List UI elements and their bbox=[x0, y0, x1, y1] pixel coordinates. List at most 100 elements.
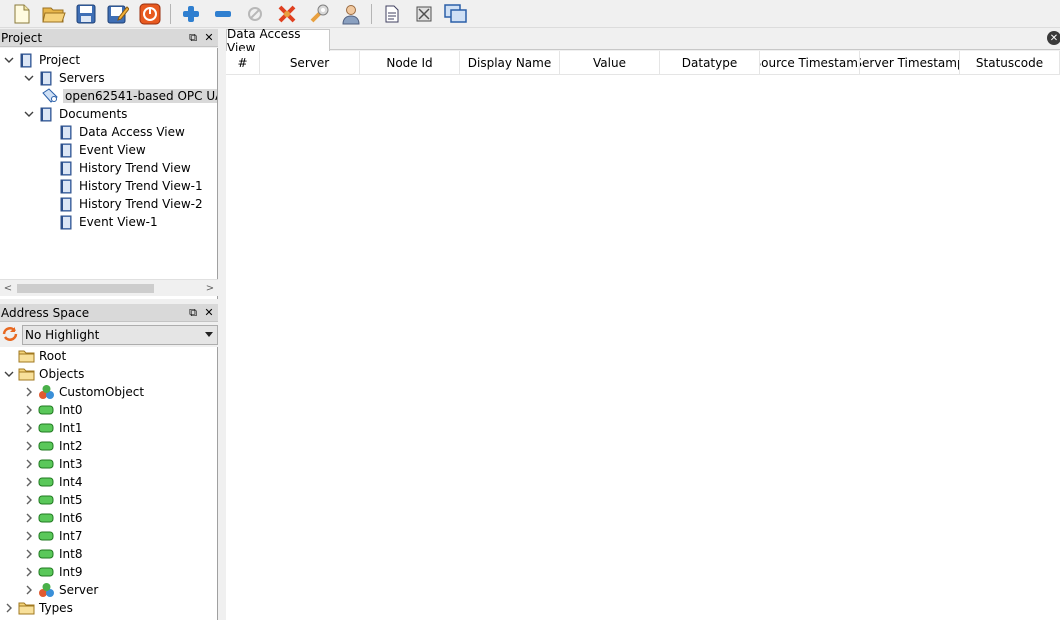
tree-item[interactable]: Documents bbox=[0, 105, 217, 123]
tree-item[interactable]: Int2 bbox=[0, 437, 217, 455]
scroll-left-icon[interactable]: < bbox=[0, 281, 16, 296]
column-header[interactable]: Value bbox=[560, 51, 660, 75]
column-header[interactable]: Source Timestamp bbox=[760, 51, 860, 75]
tree-item-label: History Trend View-2 bbox=[79, 197, 203, 211]
chevron-right-icon[interactable] bbox=[21, 401, 37, 419]
tree-item-label: Types bbox=[39, 601, 73, 615]
close-panel-icon[interactable]: ✕ bbox=[202, 306, 216, 320]
chevron-down-icon[interactable] bbox=[1, 51, 17, 69]
tree-item[interactable]: Int5 bbox=[0, 491, 217, 509]
tree-item[interactable]: Int1 bbox=[0, 419, 217, 437]
open-folder-icon[interactable] bbox=[40, 1, 68, 27]
tree-item[interactable]: History Trend View-1 bbox=[0, 177, 217, 195]
tree-item-label: Event View-1 bbox=[79, 215, 158, 229]
float-panel-icon[interactable]: ⧉ bbox=[186, 306, 200, 320]
tree-item[interactable]: Objects bbox=[0, 365, 217, 383]
chevron-right-icon[interactable] bbox=[21, 455, 37, 473]
chevron-down-icon[interactable] bbox=[21, 105, 37, 123]
tree-item-label: CustomObject bbox=[59, 385, 145, 399]
tree-item[interactable]: Project bbox=[0, 51, 217, 69]
save-icon[interactable] bbox=[72, 1, 100, 27]
scroll-thumb[interactable] bbox=[17, 284, 154, 293]
chevron-down-icon[interactable] bbox=[1, 365, 17, 383]
variable-icon bbox=[37, 564, 55, 580]
project-horizontal-scrollbar[interactable]: < > bbox=[0, 279, 218, 296]
tab-data-access-view[interactable]: Data Access View bbox=[226, 27, 330, 55]
connect-icon[interactable] bbox=[241, 1, 269, 27]
address-panel-header: Address Space ⧉ ✕ bbox=[0, 304, 218, 322]
folder-icon bbox=[17, 600, 35, 616]
book-icon bbox=[57, 214, 75, 230]
toolbar bbox=[0, 0, 1060, 28]
tree-item[interactable]: Int4 bbox=[0, 473, 217, 491]
panel-splitter[interactable] bbox=[218, 28, 226, 620]
column-header[interactable]: Statuscode bbox=[960, 51, 1060, 75]
column-header[interactable]: # bbox=[226, 51, 260, 75]
column-header[interactable]: Datatype bbox=[660, 51, 760, 75]
wrench-icon[interactable] bbox=[305, 1, 333, 27]
tree-item[interactable]: Int8 bbox=[0, 545, 217, 563]
chevron-right-icon[interactable] bbox=[21, 383, 37, 401]
column-header[interactable]: Display Name bbox=[460, 51, 560, 75]
column-header[interactable]: Server bbox=[260, 51, 360, 75]
windows-icon[interactable] bbox=[442, 1, 470, 27]
refresh-icon[interactable] bbox=[1, 325, 19, 346]
tree-item[interactable]: Types bbox=[0, 599, 217, 617]
tree-item[interactable]: Int9 bbox=[0, 563, 217, 581]
close-panel-icon[interactable]: ✕ bbox=[202, 31, 216, 45]
tree-item[interactable]: Data Access View bbox=[0, 123, 217, 141]
document-icon[interactable] bbox=[378, 1, 406, 27]
variable-icon bbox=[37, 474, 55, 490]
tree-item[interactable]: History Trend View bbox=[0, 159, 217, 177]
power-icon[interactable] bbox=[136, 1, 164, 27]
tree-item[interactable]: Event View bbox=[0, 141, 217, 159]
book-icon bbox=[37, 70, 55, 86]
column-header[interactable]: Server Timestamp bbox=[860, 51, 960, 75]
tree-item[interactable]: History Trend View-2 bbox=[0, 195, 217, 213]
chevron-right-icon[interactable] bbox=[21, 509, 37, 527]
add-icon[interactable] bbox=[177, 1, 205, 27]
column-header[interactable]: Node Id bbox=[360, 51, 460, 75]
chevron-right-icon[interactable] bbox=[21, 473, 37, 491]
chevron-right-icon[interactable] bbox=[21, 437, 37, 455]
tree-item[interactable]: open62541-based OPC UA bbox=[0, 87, 217, 105]
chevron-right-icon[interactable] bbox=[21, 491, 37, 509]
chevron-right-icon[interactable] bbox=[1, 599, 17, 617]
tree-item[interactable]: Int3 bbox=[0, 455, 217, 473]
new-document-icon[interactable] bbox=[8, 1, 36, 27]
tree-item[interactable]: Int0 bbox=[0, 401, 217, 419]
user-icon[interactable] bbox=[337, 1, 365, 27]
tree-item-label: History Trend View bbox=[79, 161, 191, 175]
chevron-right-icon[interactable] bbox=[21, 545, 37, 563]
tree-item[interactable]: Root bbox=[0, 347, 217, 365]
delete-document-icon[interactable] bbox=[410, 1, 438, 27]
chevron-right-icon[interactable] bbox=[21, 563, 37, 581]
tree-item[interactable]: Int7 bbox=[0, 527, 217, 545]
scroll-right-icon[interactable]: > bbox=[202, 281, 218, 296]
highlight-bar: No Highlight bbox=[0, 324, 218, 346]
tree-item-label: Data Access View bbox=[79, 125, 185, 139]
folder-icon bbox=[17, 348, 35, 364]
tree-item[interactable]: CustomObject bbox=[0, 383, 217, 401]
tree-item[interactable]: Server bbox=[0, 581, 217, 599]
save-as-icon[interactable] bbox=[104, 1, 132, 27]
close-tab-icon[interactable]: ✕ bbox=[1047, 31, 1060, 45]
chevron-right-icon[interactable] bbox=[21, 527, 37, 545]
project-tree: Project Servers open62541-based OPC UA Docu… bbox=[0, 48, 218, 299]
tree-item[interactable]: Servers bbox=[0, 69, 217, 87]
chevron-right-icon[interactable] bbox=[21, 419, 37, 437]
highlight-select[interactable]: No Highlight bbox=[22, 325, 218, 345]
chevron-down-icon[interactable] bbox=[21, 69, 37, 87]
chevron-right-icon[interactable] bbox=[21, 581, 37, 599]
book-icon bbox=[57, 178, 75, 194]
disconnect-icon[interactable] bbox=[273, 1, 301, 27]
tree-item-label: Int6 bbox=[59, 511, 83, 525]
tree-item[interactable]: Event View-1 bbox=[0, 213, 217, 231]
tree-item[interactable]: Int6 bbox=[0, 509, 217, 527]
tree-item-label: Int3 bbox=[59, 457, 83, 471]
float-panel-icon[interactable]: ⧉ bbox=[186, 31, 200, 45]
remove-icon[interactable] bbox=[209, 1, 237, 27]
